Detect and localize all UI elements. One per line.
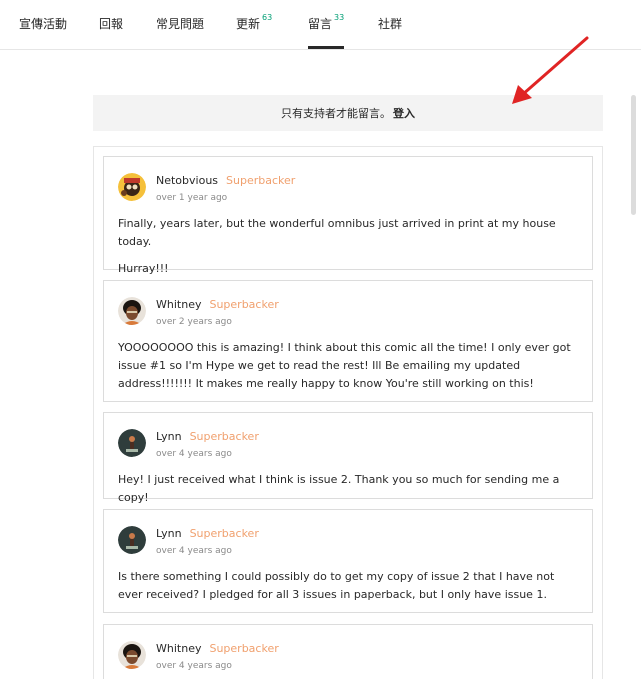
tab-label: 常見問題 <box>156 17 205 31</box>
comment-timestamp: over 1 year ago <box>156 193 228 203</box>
tab-rewards[interactable]: 回報 <box>99 15 123 32</box>
avatar[interactable] <box>118 297 146 325</box>
comment-body: Hey! I just received what I think is iss… <box>118 471 580 507</box>
comment-paragraph: Finally, years later, but the wonderful … <box>118 217 556 248</box>
tab-campaign[interactable]: 宣傳活動 <box>19 15 67 32</box>
comment-timestamp: over 4 years ago <box>156 449 232 459</box>
tab-label: 更新 <box>236 17 261 31</box>
avatar[interactable] <box>118 429 146 457</box>
tab-label: 留言 <box>308 17 333 31</box>
comment-timestamp: over 4 years ago <box>156 661 232 671</box>
comment-card: Lynn Superbacker over 4 years ago Hey! I … <box>103 412 593 504</box>
login-link[interactable]: 登入 <box>393 105 415 121</box>
comment-body: Is there something I could possibly do t… <box>118 568 580 604</box>
comment-timestamp: over 2 years ago <box>156 317 232 327</box>
tab-label: 社群 <box>378 17 403 31</box>
tab-comments[interactable]: 留言 33 <box>308 13 345 49</box>
comment-author[interactable]: Whitney <box>156 298 201 311</box>
superbacker-badge: Superbacker <box>189 430 259 443</box>
superbacker-badge: Superbacker <box>209 642 279 655</box>
comment-timestamp: over 4 years ago <box>156 546 232 556</box>
avatar[interactable] <box>118 641 146 669</box>
comment-card: Whitney Superbacker over 2 years ago YOOO… <box>103 280 593 402</box>
tab-label: 回報 <box>99 17 124 31</box>
avatar[interactable] <box>118 173 146 201</box>
tab-count: 63 <box>262 13 273 22</box>
red-arrow-annotation <box>512 36 589 104</box>
comment-paragraph: YOOOOOOOO this is amazing! I think about… <box>118 341 571 390</box>
comment-author[interactable]: Netobvious <box>156 174 218 187</box>
comment-body: Finally, years later, but the wonderful … <box>118 215 580 278</box>
avatar[interactable] <box>118 526 146 554</box>
tab-label: 宣傳活動 <box>19 17 68 31</box>
comment-author[interactable]: Lynn <box>156 430 182 443</box>
comment-paragraph: Hurray!!! <box>118 262 169 275</box>
superbacker-badge: Superbacker <box>209 298 279 311</box>
scrollbar-thumb[interactable] <box>631 95 636 215</box>
comment-author[interactable]: Lynn <box>156 527 182 540</box>
tab-faq[interactable]: 常見問題 <box>156 15 204 32</box>
superbacker-badge: Superbacker <box>226 174 296 187</box>
tab-count: 33 <box>334 13 345 22</box>
tab-updates[interactable]: 更新 63 <box>236 13 273 32</box>
comment-author[interactable]: Whitney <box>156 642 201 655</box>
comment-card: Lynn Superbacker over 4 years ago Is ther… <box>103 509 593 613</box>
login-prompt-text: 只有支持者才能留言。 <box>281 107 391 120</box>
tab-community[interactable]: 社群 <box>378 15 402 32</box>
comment-card: Whitney Superbacker over 4 years ago <box>103 624 593 679</box>
comment-paragraph: Is there something I could possibly do t… <box>118 570 555 601</box>
comment-card: Netobvious Superbacker over 1 year ago Fi… <box>103 156 593 275</box>
comment-body: YOOOOOOOO this is amazing! I think about… <box>118 339 580 393</box>
superbacker-badge: Superbacker <box>189 527 259 540</box>
comment-paragraph: Hey! I just received what I think is iss… <box>118 473 560 504</box>
